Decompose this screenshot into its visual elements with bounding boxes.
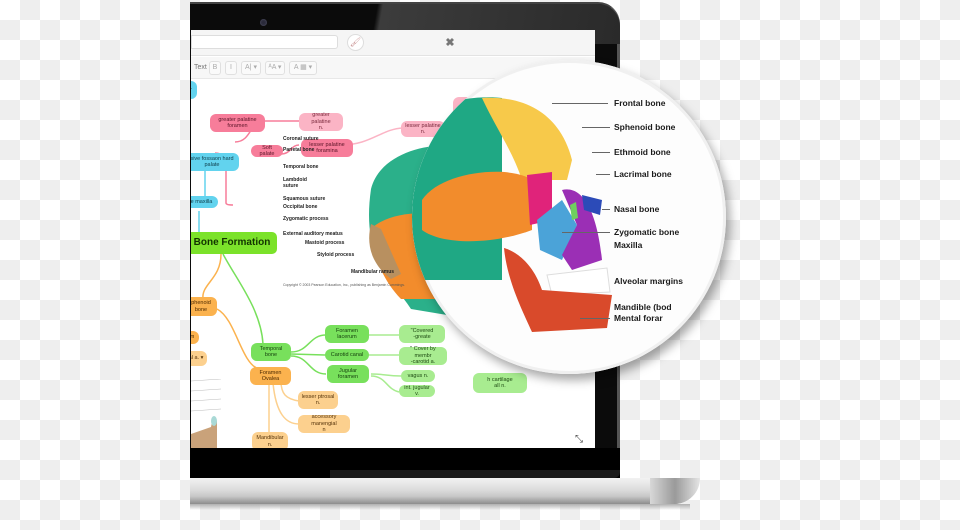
mag-label-maxilla: Maxilla <box>614 240 643 250</box>
link-root-to-sphenoid <box>202 253 222 300</box>
fullscreen-expand-icon[interactable]: ⤡ <box>575 434 583 445</box>
mag-line-zygomatic <box>562 232 610 233</box>
format-label: Text <box>194 64 207 71</box>
laptop-hinge <box>330 470 620 478</box>
mag-label-ethmoid-bone: Ethmoid bone <box>614 147 671 157</box>
italic-button[interactable]: I <box>225 61 237 75</box>
font-dropdown[interactable]: A| ▾ <box>241 61 261 75</box>
skull-label-mastoid: Mastoid process <box>305 240 345 246</box>
skull-label-parietal: Parietal bone <box>283 147 315 153</box>
skull-label-coronal: Coronal suture <box>283 136 319 142</box>
mag-label-alveolar-margins: Alveolar margins <box>614 276 683 286</box>
node-greater-palatine-foramen[interactable]: greater palatine foramen <box>210 114 265 132</box>
color-dropdown[interactable]: A ▦ ▾ <box>289 61 317 75</box>
skull-label-mandibular-ramus: Mandibular ramus <box>351 269 395 275</box>
link-jugular-to-ijv <box>370 375 400 393</box>
magnifier-lens: Frontal bone Sphenoid bone Ethmoid bone … <box>412 60 726 374</box>
map-title-input[interactable] <box>191 35 338 49</box>
node-al-a[interactable]: al a. ▾ <box>191 351 207 366</box>
node-soft-palate[interactable]: Soft palate <box>251 145 283 157</box>
mag-label-mandible: Mandible (bod <box>614 302 672 312</box>
link-ovalea-to-accessory <box>272 382 300 425</box>
node-mandibular-n[interactable]: Mandibular n. <box>252 432 288 448</box>
mag-label-mental-foramen: Mental forar <box>614 313 663 323</box>
node-maxilla[interactable]: e maxilla <box>191 196 218 208</box>
skull-label-zygomatic-process: Zygomatic process <box>283 216 329 222</box>
laptop-base <box>190 478 700 504</box>
skull-label-external-auditory: External auditory meatus <box>283 231 343 237</box>
close-icon: ✖ <box>445 37 455 49</box>
skull-label-squamous: Squamous suture <box>283 196 326 202</box>
node-temporal-bone[interactable]: Temporal bone <box>251 343 291 361</box>
mag-line-nasal <box>602 209 610 210</box>
close-button[interactable]: ✖ <box>443 36 457 50</box>
style-brush-button[interactable]: 🖌 <box>347 34 364 51</box>
skull-label-lambdoid: Lambdoid suture <box>283 177 307 189</box>
mag-line-mental <box>580 318 610 319</box>
mandible-image <box>191 379 222 448</box>
node-foramen-ovalea[interactable]: Foramen Ovalea <box>250 367 291 385</box>
node-lesser-ptrosal-n[interactable]: lesser ptrosal n. <box>298 391 338 409</box>
node-cartilage[interactable]: h cartilage all n. <box>473 373 527 393</box>
mag-line-ethmoid <box>592 152 610 153</box>
laptop-base-edge <box>650 478 700 504</box>
image-copyright: Copyright © 2003 Pearson Education, Inc.… <box>283 283 406 287</box>
font-size-dropdown[interactable]: ᴬA ▾ <box>265 61 285 75</box>
node-sphenoid-bone[interactable]: phenoid bone <box>191 297 217 316</box>
magnified-skull-image <box>412 97 612 332</box>
link-temporal-to-carotid <box>290 353 326 356</box>
laptop-shadow <box>190 504 690 510</box>
mag-label-nasal-bone: Nasal bone <box>614 204 660 214</box>
node-int-jugular-v[interactable]: int. jugular v. <box>399 385 435 397</box>
bold-button[interactable]: B <box>209 61 221 75</box>
top-bar: 🖌 ✖ <box>191 30 595 56</box>
skull-label-styloid: Styloid process <box>317 252 355 258</box>
node-foramen-lacerum[interactable]: Foramen lacerum <box>325 325 369 343</box>
brush-icon: 🖌 <box>349 37 362 47</box>
mag-label-lacrimal-bone: Lacrimal bone <box>614 169 672 179</box>
mag-label-zygomatic-bone: Zygomatic bone <box>614 227 680 237</box>
node-accessory-manengial-n[interactable]: accessory manengial n <box>298 414 350 433</box>
link-root-to-temporal <box>222 253 264 345</box>
link-temporal-to-jugular <box>290 355 327 375</box>
link-temporal-to-lacerum <box>290 334 327 353</box>
node-carotid-canal[interactable]: Carotid canal <box>325 349 369 361</box>
node-jugular-foramen[interactable]: Jugular foramen <box>327 365 369 383</box>
mag-line-lacrimal <box>596 174 610 175</box>
mag-label-frontal-bone: Frontal bone <box>614 98 666 108</box>
skull-label-temporal: Temporal bone <box>283 164 319 170</box>
mag-line-sphenoid <box>582 127 610 128</box>
skull-label-occipital: Occipital bone <box>283 204 318 210</box>
mag-line-frontal <box>552 103 608 104</box>
node-incisive-fossa[interactable]: sive fossaon hard palate <box>191 153 239 171</box>
root-node-bone-formation[interactable]: Bone Formation <box>191 232 277 254</box>
webcam-icon <box>260 19 267 26</box>
mag-label-sphenoid-bone: Sphenoid bone <box>614 122 676 132</box>
mag-teeth <box>546 267 611 296</box>
